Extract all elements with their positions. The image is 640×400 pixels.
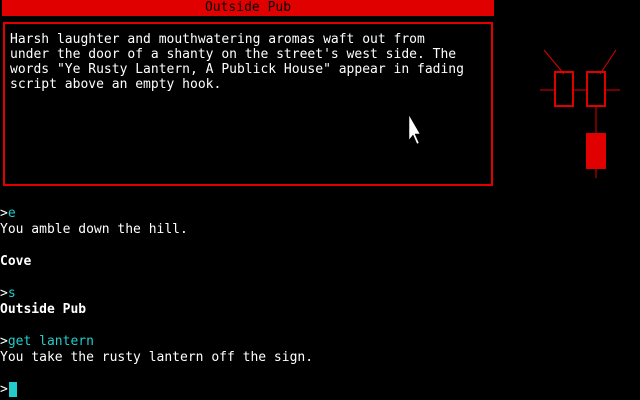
transcript-room-title: Cove: [0, 254, 32, 269]
location-title-bar: Outside Pub: [2, 0, 494, 16]
map-room-west: [554, 71, 574, 107]
map-room-current: [586, 71, 606, 107]
room-description-panel: Harsh laughter and mouthwatering aromas …: [3, 22, 493, 186]
command-text: get lantern: [7, 334, 94, 349]
map-exit-line: [599, 49, 617, 75]
location-title: Outside Pub: [204, 0, 292, 15]
transcript-command-line: >get lantern: [0, 334, 636, 350]
mouse-pointer-icon: [408, 114, 420, 145]
command-text: s: [7, 286, 16, 301]
transcript-spacer: [0, 270, 636, 286]
transcript-command-line: >e: [0, 206, 636, 222]
transcript-output-line: You take the rusty lantern off the sign.: [0, 350, 314, 365]
prompt-symbol: >: [0, 286, 8, 301]
game-transcript: >e You amble down the hill. Cove >s Outs…: [0, 206, 636, 398]
map-room-south: [586, 133, 606, 169]
transcript-output-line: You amble down the hill.: [0, 222, 188, 237]
transcript-room-title: Outside Pub: [0, 302, 87, 317]
prompt-symbol: >: [0, 206, 8, 221]
transcript-spacer: [0, 238, 636, 254]
transcript-command-line: >s: [0, 286, 636, 302]
transcript-spacer: [0, 318, 636, 334]
room-description-text: Harsh laughter and mouthwatering aromas …: [10, 32, 464, 92]
text-caret: [8, 382, 17, 397]
prompt-symbol: >: [0, 334, 8, 349]
command-text: e: [7, 206, 16, 221]
command-input-line[interactable]: >: [0, 382, 636, 398]
compass-map-icon: [540, 49, 620, 178]
prompt-symbol: >: [0, 382, 8, 397]
transcript-spacer: [0, 366, 636, 382]
map-exit-line: [543, 49, 565, 75]
